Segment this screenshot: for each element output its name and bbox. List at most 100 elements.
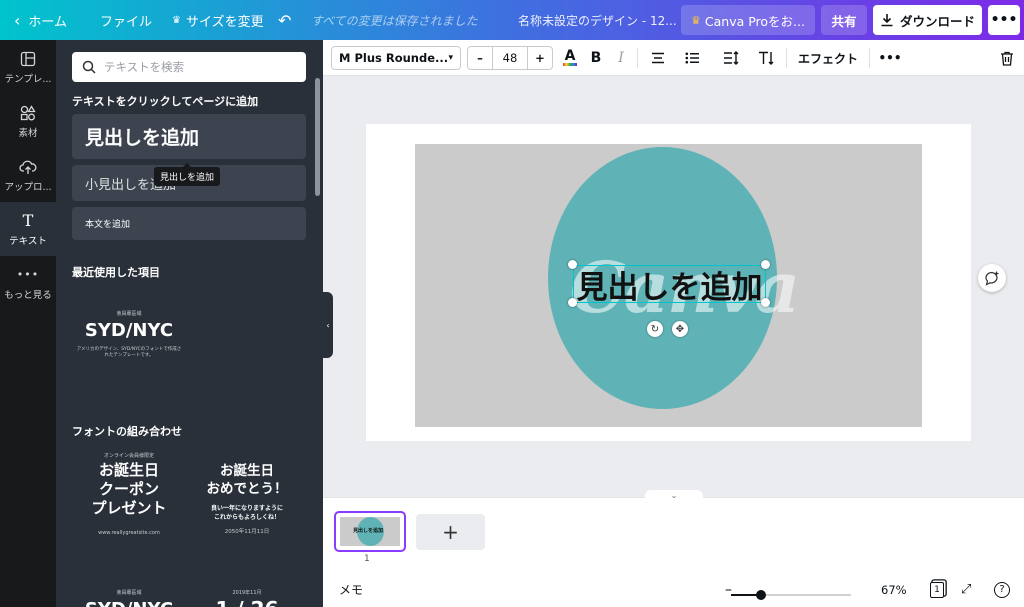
text-icon: T bbox=[22, 211, 34, 230]
top-bar: ‹ ホーム ファイル ♛ サイズを変更 ↶ すべての変更は保存されました 名称未… bbox=[0, 0, 1024, 40]
italic-icon[interactable]: I bbox=[611, 40, 631, 76]
notes-button[interactable]: メモ bbox=[339, 572, 363, 607]
trash-icon[interactable] bbox=[996, 40, 1018, 76]
canva-pro-button[interactable]: ♛ Canva Proをお... bbox=[681, 5, 815, 35]
font-size-stepper: – 48 + bbox=[467, 46, 553, 70]
chevron-left-icon: ‹ bbox=[14, 10, 21, 30]
font-combo-syd-nyc[interactable]: 會員專區域 SYD/NYC bbox=[76, 589, 182, 607]
decrease-size-button[interactable]: – bbox=[468, 47, 492, 69]
font-combos-section-title: フォントの組み合わせ bbox=[72, 425, 182, 438]
more-icon: ••• bbox=[16, 268, 40, 281]
text-search-box[interactable] bbox=[72, 52, 306, 82]
rotate-icon[interactable]: ↻ bbox=[647, 321, 663, 337]
text-search-input[interactable] bbox=[104, 60, 294, 74]
page-number: 1 bbox=[364, 554, 370, 564]
tooltip: 見出しを追加 bbox=[154, 163, 221, 186]
download-button[interactable]: ダウンロード bbox=[873, 5, 982, 35]
add-comment-button[interactable] bbox=[978, 264, 1006, 292]
document-title[interactable]: 名称未設定のデザイン - 12... bbox=[518, 0, 677, 40]
toolbar-divider bbox=[786, 48, 787, 68]
font-size-value[interactable]: 48 bbox=[492, 47, 528, 69]
panel-scrollbar[interactable] bbox=[315, 78, 320, 196]
rail-item-label: テンプレ... bbox=[4, 73, 52, 85]
page-count-button[interactable]: 1 bbox=[930, 572, 944, 607]
add-heading-button[interactable]: 見出しを追加 bbox=[72, 114, 306, 159]
font-combo-birthday-coupon[interactable]: オンライン会員様限定 お誕生日 クーポン プレゼント www.reallygre… bbox=[76, 452, 182, 536]
page-count-value: 1 bbox=[934, 584, 940, 595]
canva-pro-label: Canva Proをお... bbox=[704, 13, 805, 29]
recent-template-syd-nyc[interactable]: 會員專區域 SYD/NYC アメリカのデザイン、SYD/NYCのフォントで作成さ… bbox=[76, 310, 182, 359]
rail-item-label: テキスト bbox=[9, 235, 47, 247]
file-menu[interactable]: ファイル bbox=[100, 0, 152, 40]
vertical-text-icon[interactable] bbox=[755, 40, 777, 76]
font-combo-date[interactable]: 2019年11月 1 / 26 bbox=[192, 589, 302, 607]
zoom-slider[interactable] bbox=[731, 590, 851, 600]
zoom-minus-icon: – bbox=[725, 581, 732, 598]
help-icon: ? bbox=[994, 581, 1010, 598]
resize-handle-top-right[interactable] bbox=[761, 260, 770, 269]
bold-icon[interactable]: B bbox=[586, 40, 606, 76]
thumbnail-preview: 見出しを追加 bbox=[340, 517, 400, 546]
font-combo-birthday-greeting[interactable]: お誕生日 おめでとう！ 良い一年になりますように これからもよろしくね！ 205… bbox=[192, 462, 302, 535]
rail-item-text[interactable]: T テキスト bbox=[0, 202, 56, 256]
collapse-panel-button[interactable]: ‹ bbox=[323, 292, 333, 358]
text-panel: テキストをクリックしてページに追加 見出しを追加 小見出しを追加 本文を追加 見… bbox=[56, 40, 323, 607]
collapse-pages-button[interactable]: ⌄ bbox=[645, 490, 703, 500]
resize-button[interactable]: ♛ サイズを変更 bbox=[172, 0, 264, 40]
template-small-text: 會員專區域 bbox=[116, 311, 142, 317]
zoom-slider-handle[interactable] bbox=[756, 590, 766, 600]
home-button[interactable]: ‹ ホーム bbox=[14, 0, 67, 40]
add-body-text-button[interactable]: 本文を追加 bbox=[72, 207, 306, 240]
share-button[interactable]: 共有 bbox=[821, 5, 867, 35]
page-thumbnail[interactable]: 見出しを追加 bbox=[334, 511, 406, 552]
left-rail: テンプレ... 素材 アップロ... T テキスト ••• もっと見る bbox=[0, 40, 56, 607]
footer-bar: メモ – 67% 1 ⤢ ? bbox=[323, 572, 1024, 607]
rail-item-templates[interactable]: テンプレ... bbox=[0, 40, 56, 94]
template-date: 2050年11月11日 bbox=[224, 529, 270, 535]
selected-heading-text[interactable]: 見出しを追加 bbox=[573, 265, 766, 306]
add-text-section-title: テキストをクリックしてページに追加 bbox=[72, 95, 259, 108]
bulleted-list-icon[interactable] bbox=[681, 40, 703, 76]
rail-item-more[interactable]: ••• もっと見る bbox=[0, 256, 56, 310]
template-subtitle: 良い一年になりますように これからもよろしくね！ bbox=[210, 505, 283, 521]
move-icon[interactable]: ✥ bbox=[672, 321, 688, 337]
comment-add-icon bbox=[985, 271, 999, 286]
toolbar-divider bbox=[869, 48, 870, 68]
chevron-left-icon: ‹ bbox=[326, 320, 330, 330]
font-family-value: M Plus Rounde... bbox=[339, 51, 449, 65]
text-color-button[interactable]: A bbox=[559, 40, 581, 76]
crown-icon: ♛ bbox=[172, 14, 181, 26]
elements-icon bbox=[18, 104, 38, 122]
resize-handle-bottom-left[interactable] bbox=[568, 298, 577, 307]
zoom-level[interactable]: 67% bbox=[881, 572, 907, 607]
increase-size-button[interactable]: + bbox=[528, 47, 552, 69]
resize-handle-top-left[interactable] bbox=[568, 260, 577, 269]
toolbar-divider bbox=[637, 48, 638, 68]
template-title: 1 / 26 bbox=[192, 597, 302, 607]
font-family-dropdown[interactable]: M Plus Rounde... ▾ bbox=[331, 46, 461, 70]
pages-icon: 1 bbox=[930, 581, 944, 598]
home-label: ホーム bbox=[28, 14, 68, 30]
thumbnail-heading: 見出しを追加 bbox=[353, 528, 384, 534]
effects-button[interactable]: エフェクト bbox=[797, 40, 859, 76]
crown-icon: ♛ bbox=[691, 13, 701, 27]
template-body-text: アメリカのデザイン、SYD/NYCのフォントで作成されたテンプレートです。 bbox=[76, 347, 182, 358]
fullscreen-icon[interactable]: ⤢ bbox=[961, 572, 971, 607]
rail-item-elements[interactable]: 素材 bbox=[0, 94, 56, 148]
template-title: お誕生日 おめでとう！ bbox=[206, 463, 288, 497]
download-icon bbox=[881, 14, 893, 27]
editor-toolbar: M Plus Rounde... ▾ – 48 + A B I エフェクト ••… bbox=[323, 40, 1024, 76]
add-page-button[interactable]: + bbox=[416, 514, 485, 550]
resize-handle-bottom-right[interactable] bbox=[761, 298, 770, 307]
template-small-text: オンライン会員様限定 bbox=[103, 453, 154, 459]
help-button[interactable]: ? bbox=[994, 572, 1010, 607]
rail-item-label: 素材 bbox=[18, 127, 38, 139]
templates-icon bbox=[18, 50, 38, 68]
template-title: SYD/NYC bbox=[84, 320, 174, 341]
rail-item-uploads[interactable]: アップロ... bbox=[0, 148, 56, 202]
spacing-icon[interactable] bbox=[720, 40, 742, 76]
more-options-button[interactable]: ••• bbox=[988, 5, 1020, 35]
align-center-icon[interactable] bbox=[647, 40, 669, 76]
more-toolbar-options-button[interactable]: ••• bbox=[879, 40, 902, 76]
undo-icon[interactable]: ↶ bbox=[278, 0, 291, 40]
